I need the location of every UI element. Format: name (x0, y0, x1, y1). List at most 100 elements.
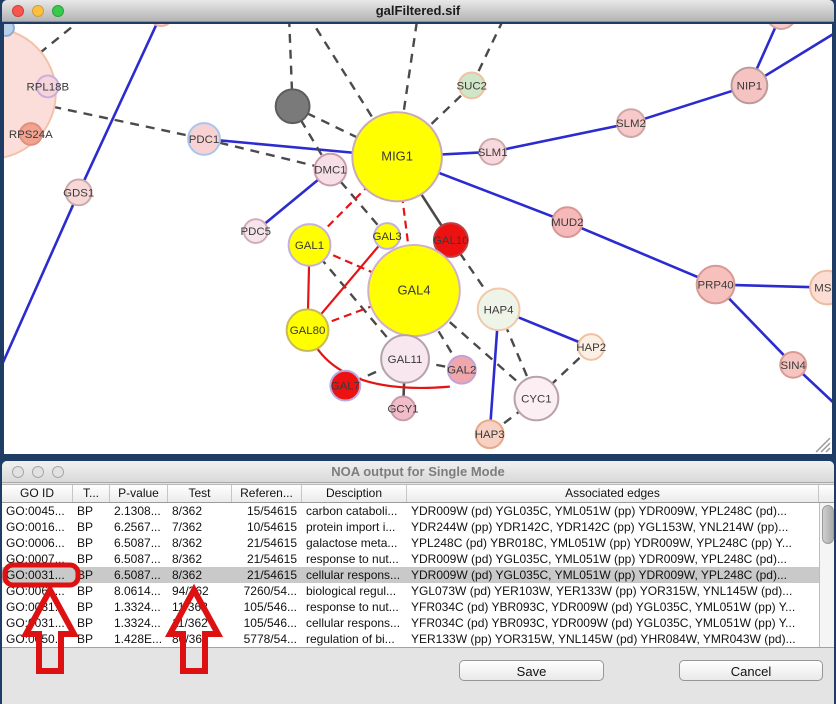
cell-pvalue: 6.5087... (110, 567, 168, 583)
cell-type: BP (73, 583, 110, 599)
cell-reference: 105/546... (232, 615, 302, 631)
graph-node-grayNode[interactable] (276, 89, 310, 123)
cell-reference: 105/546... (232, 599, 302, 615)
graph-edge[interactable] (79, 22, 162, 192)
table-row[interactable]: GO:0007...BP6.5087...8/36221/54615respon… (2, 551, 819, 567)
cell-test: 11/362 (168, 615, 232, 631)
column-header[interactable]: T... (73, 485, 110, 502)
cell-edges: YDR009W (pd) YGL035C, YML051W (pp) YDR00… (407, 567, 819, 583)
graph-node-label: MIG1 (381, 149, 413, 164)
graph-node-label: GAL2 (447, 365, 476, 377)
cell-test: 80/362 (168, 631, 232, 647)
cell-type: BP (73, 551, 110, 567)
column-header[interactable] (819, 485, 834, 502)
graph-node-label: RPS24A (9, 129, 53, 141)
network-window: galFiltered.sif RPL18BRPS24AGDS1PDC1PDC5… (2, 0, 834, 456)
cell-edges: YER133W (pp) YOR315W, YNL145W (pd) YHR08… (407, 631, 819, 647)
cell-description: cellular respons... (302, 567, 407, 583)
cell-pvalue: 6.2567... (110, 519, 168, 535)
noa-window-title: NOA output for Single Mode (2, 464, 834, 479)
graph-node-label: MSN (814, 283, 834, 295)
table-row[interactable]: GO:0016...BP6.2567...7/36210/54615protei… (2, 519, 819, 535)
cell-pvalue: 6.5087... (110, 535, 168, 551)
cell-edges: YGL073W (pd) YER103W, YER133W (pp) YOR31… (407, 583, 819, 599)
cell-pvalue: 1.3324... (110, 599, 168, 615)
resize-grip[interactable] (821, 443, 830, 452)
graph-node-tinyblue[interactable] (2, 22, 14, 36)
cell-type: BP (73, 535, 110, 551)
cell-pvalue: 6.5087... (110, 551, 168, 567)
cell-pvalue: 2.1308... (110, 503, 168, 519)
cell-description: protein import i... (302, 519, 407, 535)
cell-test: 8/362 (168, 535, 232, 551)
graph-edge[interactable] (567, 222, 715, 284)
table-row[interactable]: GO:0031...BP1.3324...11/362105/546...cel… (2, 615, 819, 631)
save-button[interactable]: Save (459, 660, 604, 681)
graph-node-label: NIP1 (737, 80, 762, 92)
cell-goid: GO:0031... (2, 599, 73, 615)
cell-reference: 5778/54... (232, 631, 302, 647)
graph-node-topPink1[interactable] (149, 22, 173, 26)
graph-node-label: GCY1 (388, 403, 419, 415)
graph-node-label: SUC2 (456, 80, 487, 92)
table-row[interactable]: GO:0031...BP1.3324...11/362105/546...res… (2, 599, 819, 615)
table-row[interactable]: GO:0031...BP6.5087...8/36221/54615cellul… (2, 567, 819, 583)
network-window-titlebar[interactable]: galFiltered.sif (2, 0, 834, 22)
cell-type: BP (73, 631, 110, 647)
table-row[interactable]: GO:0065...BP8.0614...94/3627260/54...bio… (2, 583, 819, 599)
graph-node-label: GAL1 (295, 240, 324, 252)
graph-node-label: CYC1 (521, 393, 552, 405)
resize-grip[interactable] (826, 448, 830, 452)
cell-description: biological regul... (302, 583, 407, 599)
cell-type: BP (73, 519, 110, 535)
cell-test: 8/362 (168, 567, 232, 583)
column-header[interactable]: Associated edges (407, 485, 819, 502)
cell-pvalue: 8.0614... (110, 583, 168, 599)
column-header[interactable]: Desciption (302, 485, 407, 502)
graph-node-label: GAL10 (433, 235, 469, 247)
column-header[interactable]: Test (168, 485, 232, 502)
cell-reference: 21/54615 (232, 551, 302, 567)
column-header[interactable]: P-value (110, 485, 168, 502)
cell-pvalue: 1.428E... (110, 631, 168, 647)
cell-goid: GO:0045... (2, 503, 73, 519)
cell-reference: 15/54615 (232, 503, 302, 519)
graph-node-label: GAL4 (397, 283, 430, 298)
graph-node-label: MUD2 (551, 217, 583, 229)
cell-goid: GO:0007... (2, 551, 73, 567)
noa-output-window: NOA output for Single Mode GO IDT...P-va… (2, 461, 834, 704)
column-header[interactable]: Referen... (232, 485, 302, 502)
cell-test: 8/362 (168, 503, 232, 519)
cell-reference: 7260/54... (232, 583, 302, 599)
graph-node-label: HAP4 (484, 304, 515, 316)
column-header[interactable]: GO ID (2, 485, 73, 502)
cell-type: BP (73, 567, 110, 583)
network-canvas[interactable]: RPL18BRPS24AGDS1PDC1PDC5DMC1MIG1SUC2SLM1… (2, 22, 834, 456)
noa-window-titlebar[interactable]: NOA output for Single Mode (2, 461, 834, 483)
graph-node-label: RPL18B (26, 81, 69, 93)
cell-edges: YFR034C (pd) YBR093C, YDR009W (pd) YGL03… (407, 615, 819, 631)
graph-node-topPink2[interactable] (766, 22, 796, 29)
cell-goid: GO:0031... (2, 567, 73, 583)
cell-goid: GO:0016... (2, 519, 73, 535)
scrollbar-thumb[interactable] (822, 505, 834, 544)
graph-node-label: SIN4 (780, 360, 806, 372)
table-row[interactable]: GO:0006...BP6.5087...8/36221/54615galact… (2, 535, 819, 551)
cell-description: response to nut... (302, 599, 407, 615)
cell-reference: 10/54615 (232, 519, 302, 535)
graph-edge[interactable] (493, 123, 631, 152)
graph-edge[interactable] (2, 192, 79, 400)
cell-pvalue: 1.3324... (110, 615, 168, 631)
vertical-scrollbar[interactable] (819, 503, 834, 647)
cancel-button[interactable]: Cancel (679, 660, 823, 681)
cell-reference: 21/54615 (232, 567, 302, 583)
graph-node-label: SLM1 (478, 147, 508, 159)
cell-type: BP (73, 615, 110, 631)
table-row[interactable]: GO:0045...BP2.1308...8/36215/54615carbon… (2, 503, 819, 519)
cell-test: 94/362 (168, 583, 232, 599)
cell-description: regulation of bi... (302, 631, 407, 647)
graph-node-label: GAL11 (388, 354, 423, 366)
cell-type: BP (73, 503, 110, 519)
table-row[interactable]: GO:0050...BP1.428E...80/3625778/54...reg… (2, 631, 819, 647)
cell-test: 11/362 (168, 599, 232, 615)
